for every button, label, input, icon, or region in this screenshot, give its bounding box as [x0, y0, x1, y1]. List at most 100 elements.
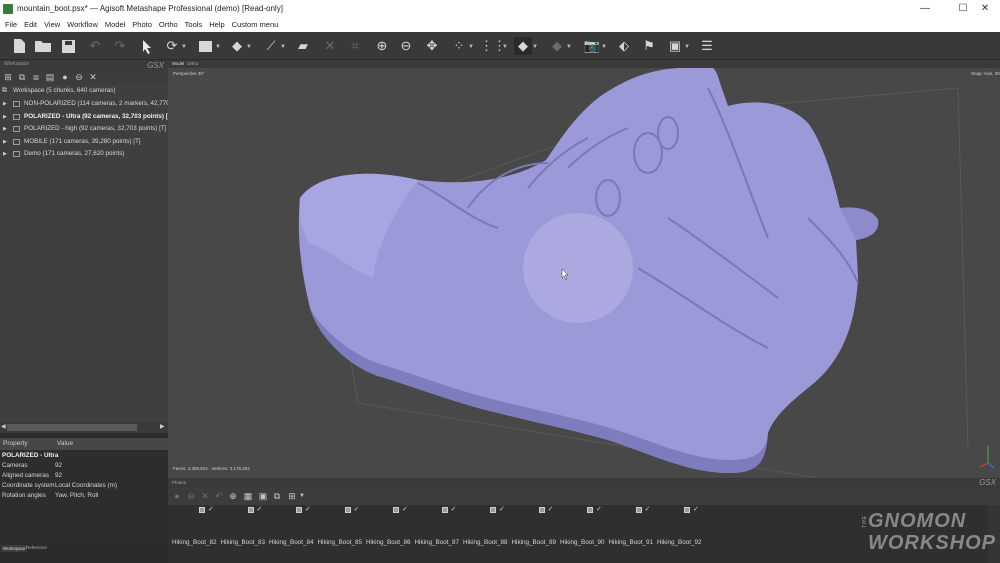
projection-label: Perspective 30°	[173, 71, 205, 76]
disable-cameras-icon[interactable]: ⊖	[186, 491, 196, 501]
minimize-button[interactable]: —	[910, 0, 940, 17]
selection-sphere	[523, 213, 633, 323]
menu-file[interactable]: File	[5, 20, 17, 29]
flag-icon[interactable]: ⚑	[640, 37, 658, 55]
menu-custom[interactable]: Custom menu	[232, 20, 279, 29]
mask-icon[interactable]: ▦	[243, 491, 253, 501]
add-folder-icon[interactable]: ⧈	[31, 72, 41, 82]
photo-thumbnail[interactable]: ✓ Hiking_Boot_89	[512, 505, 558, 551]
chunk-polarized-high[interactable]: ▶ POLARIZED - high (92 cameras, 32,703 p…	[0, 123, 168, 135]
workspace-scrollbar[interactable]: ◀ ▶	[0, 422, 168, 433]
menu-edit[interactable]: Edit	[24, 20, 37, 29]
photo-thumbnail[interactable]: ✓ Hiking_Boot_83	[221, 505, 267, 551]
view-mode-icon[interactable]: ⊞	[287, 491, 297, 501]
rotate-left-icon[interactable]: ↶	[214, 491, 224, 501]
open-folder-icon[interactable]	[34, 37, 52, 55]
tiled-model-icon[interactable]: ◆ ▼	[548, 37, 572, 55]
move-view-icon[interactable]: ✥	[423, 37, 441, 55]
photo-thumbnail[interactable]: ✓ Hiking_Boot_88	[463, 505, 509, 551]
expand-arrow-icon[interactable]: ▶	[3, 111, 7, 123]
compare-icon[interactable]: ⧉	[272, 491, 282, 501]
camera-icon[interactable]: 📷 ▼	[583, 37, 607, 55]
photo-icon	[538, 507, 545, 513]
menu-view[interactable]: View	[44, 20, 60, 29]
remove-items-icon[interactable]: ▤	[45, 72, 55, 82]
photo-thumbnail[interactable]: ✓ Hiking_Boot_85	[318, 505, 364, 551]
show-markers-icon[interactable]: ⬖	[615, 37, 633, 55]
photo-thumbnail[interactable]: ✓ Hiking_Boot_91	[609, 505, 655, 551]
menu-ortho[interactable]: Ortho	[159, 20, 178, 29]
expand-arrow-icon[interactable]: ▶	[3, 148, 7, 160]
photo-thumbnail[interactable]: ✓ Hiking_Boot_86	[366, 505, 412, 551]
workspace-root[interactable]: ⧉ Workspace (5 chunks, 640 cameras)	[0, 85, 168, 97]
photo-thumbnail[interactable]: ✓ Hiking_Boot_82	[172, 505, 218, 551]
select-icon[interactable]: ▣	[258, 491, 268, 501]
menu-model[interactable]: Model	[105, 20, 125, 29]
photos-header: Photos GSX	[168, 478, 1000, 488]
crop-icon[interactable]: ⌗	[346, 37, 364, 55]
point-cloud-icon[interactable]: ⁘ ▼	[450, 37, 474, 55]
tab-ortho[interactable]: Ortho	[187, 61, 198, 66]
menu-photo[interactable]: Photo	[132, 20, 152, 29]
ruler-icon[interactable]: ⟋ ▼	[262, 37, 286, 55]
rotate-object-icon[interactable]: ⟳ ▼	[163, 37, 187, 55]
scrollbar-thumb[interactable]	[7, 424, 137, 431]
value-column-header[interactable]: Value	[57, 438, 73, 450]
boot-model-render[interactable]	[168, 68, 1000, 478]
chunk-mobile[interactable]: ▶ MOBILE (171 cameras, 39,280 points) [T…	[0, 136, 168, 148]
zoom-in-icon[interactable]: ⊕	[373, 37, 391, 55]
remove-cameras-icon[interactable]: ✕	[200, 491, 210, 501]
chevron-down-icon[interactable]: ▼	[297, 491, 307, 501]
enable-icon[interactable]: ●	[60, 72, 70, 82]
photo-icon	[344, 507, 351, 513]
add-photos-icon[interactable]: ⧉	[17, 72, 27, 82]
dense-cloud-icon[interactable]: ⋮⋮ ▼	[480, 37, 508, 55]
menu-tools[interactable]: Tools	[185, 20, 203, 29]
scroll-right-icon[interactable]: ▶	[160, 423, 165, 430]
tab-model[interactable]: Model	[172, 61, 184, 66]
photo-thumbnail[interactable]: ✓ Hiking_Boot_87	[415, 505, 461, 551]
expand-arrow-icon[interactable]: ▶	[3, 136, 7, 148]
navigation-cursor-icon[interactable]	[138, 37, 156, 55]
zoom-out-icon[interactable]: ⊖	[397, 37, 415, 55]
menu-workflow[interactable]: Workflow	[67, 20, 98, 29]
chunk-demo[interactable]: ▶ Demo (171 cameras, 27,620 points)	[0, 148, 168, 160]
add-chunk-icon[interactable]: ⊞	[3, 72, 13, 82]
photo-icon	[199, 507, 205, 513]
chunk-non-polarized[interactable]: ▶ NON-POLARIZED (114 cameras, 2 markers,…	[0, 98, 168, 110]
enable-cameras-icon[interactable]: ●	[172, 491, 182, 501]
photo-thumbnail[interactable]: ✓ Hiking_Boot_84	[269, 505, 315, 551]
workspace-tree: ⧉ Workspace (5 chunks, 640 cameras) ▶ NO…	[0, 85, 168, 422]
model-shaded-icon[interactable]: ◆ ▼	[514, 37, 538, 55]
property-name: Cameras	[2, 462, 28, 469]
expand-arrow-icon[interactable]: ▶	[3, 98, 7, 110]
scroll-left-icon[interactable]: ◀	[1, 423, 6, 430]
undo-icon[interactable]: ↶	[86, 37, 104, 55]
layers-icon[interactable]: ☰	[698, 37, 716, 55]
expand-arrow-icon[interactable]: ▶	[3, 123, 7, 135]
disable-icon[interactable]: ⊖	[74, 72, 84, 82]
redo-icon[interactable]: ↷	[111, 37, 129, 55]
model-viewport[interactable]: Perspective 30° Snap: Axis, 30 Faces: 4,…	[168, 68, 1000, 478]
new-file-icon[interactable]	[10, 37, 28, 55]
measure-icon[interactable]: ▰	[294, 37, 312, 55]
delete-selection-icon[interactable]: ✕	[321, 37, 339, 55]
image-icon[interactable]: ▣ ▼	[666, 37, 690, 55]
chunk-icon	[13, 138, 20, 145]
save-icon[interactable]	[59, 37, 77, 55]
rectangle-selection-icon[interactable]: ▼	[197, 37, 221, 55]
workspace-icon: ⧉	[2, 87, 7, 94]
remove-icon[interactable]: ✕	[88, 72, 98, 82]
property-column-header[interactable]: Property	[3, 438, 28, 450]
filter-icon[interactable]: ⊕	[228, 491, 238, 501]
check-icon: ✓	[499, 506, 505, 513]
tab-workspace[interactable]: Workspace	[1, 545, 28, 552]
close-button[interactable]: ✕	[970, 0, 1000, 17]
menu-bar: File Edit View Workflow Model Photo Orth…	[0, 17, 1000, 32]
chunk-polarized-ultra[interactable]: ▶ POLARIZED - Ultra (92 cameras, 32,703 …	[0, 111, 168, 123]
tab-reference[interactable]: Reference	[26, 545, 47, 550]
photo-thumbnail[interactable]: ✓ Hiking_Boot_90	[560, 505, 606, 551]
move-region-icon[interactable]: ◆ ▼	[228, 37, 252, 55]
photo-thumbnail[interactable]: ✓ Hiking_Boot_92	[657, 505, 703, 551]
menu-help[interactable]: Help	[209, 20, 224, 29]
